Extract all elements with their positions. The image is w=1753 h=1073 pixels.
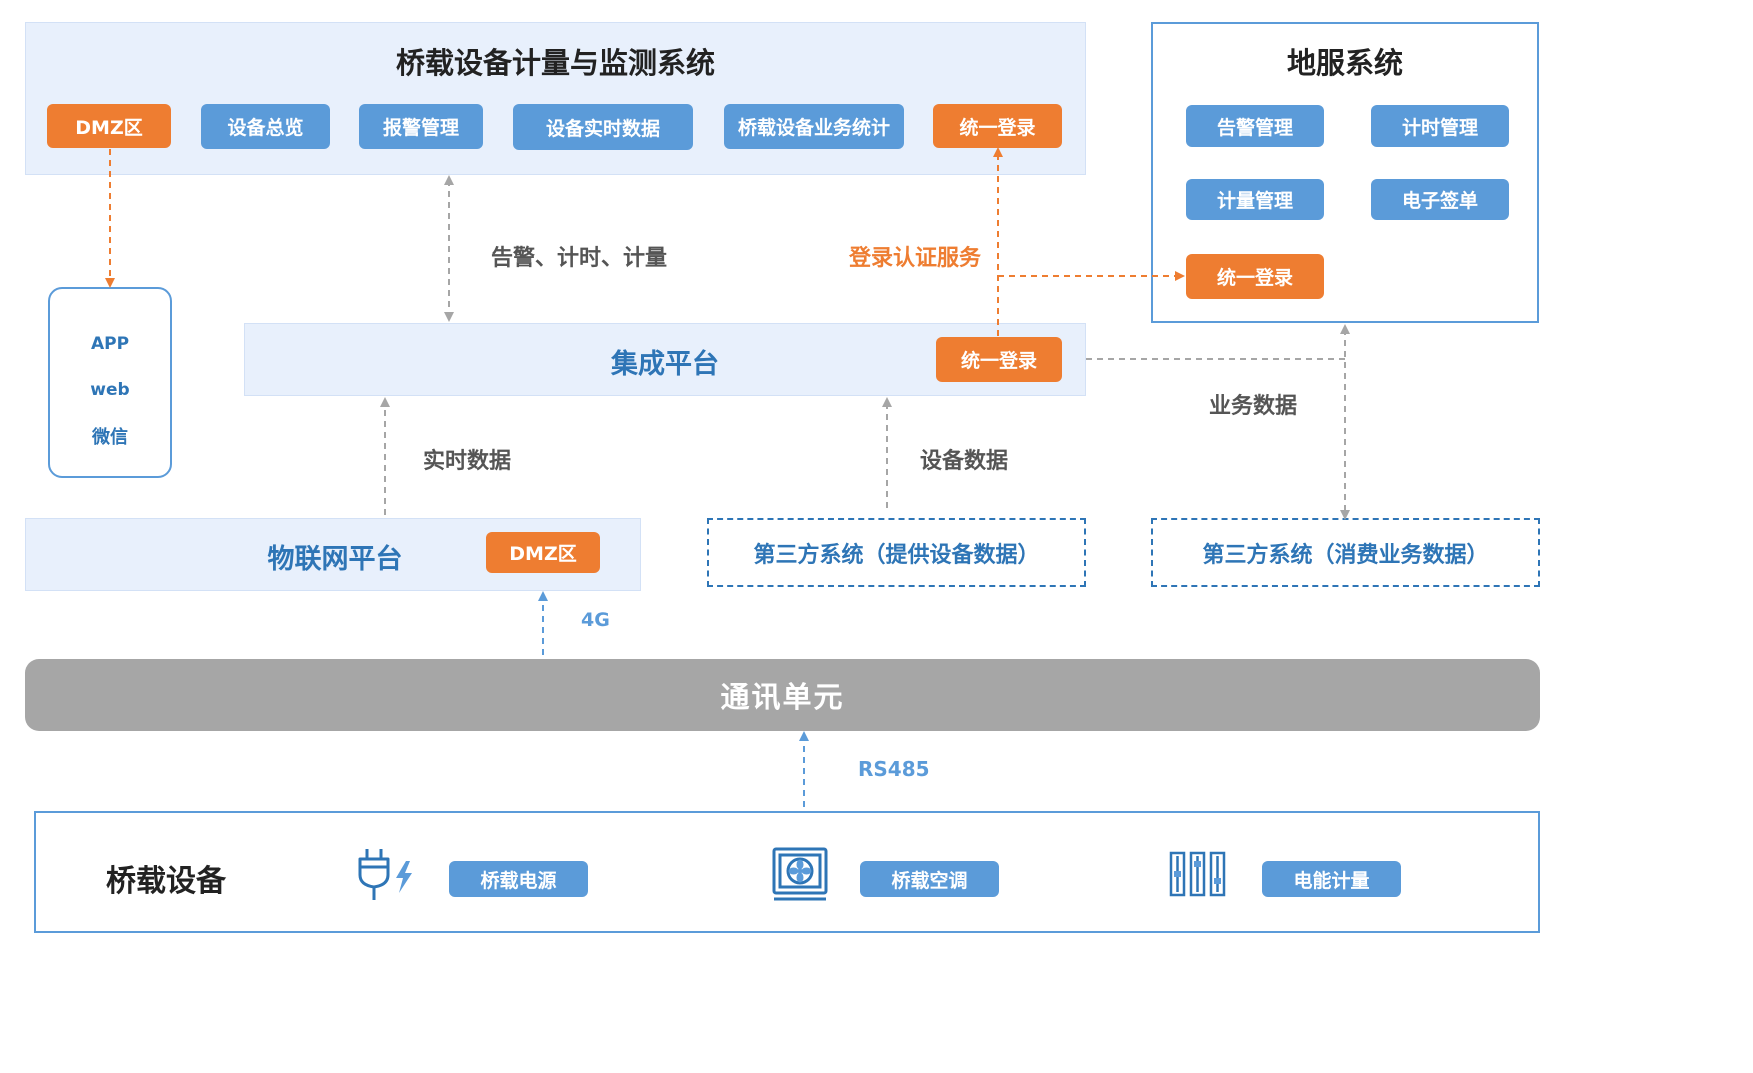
- realtime-data-label: 实时数据: [423, 449, 512, 474]
- rs485-label: RS485: [858, 757, 930, 781]
- 4g-label: 4G: [581, 609, 610, 631]
- device-data-label: 设备数据: [920, 449, 1009, 474]
- login-auth-service-label: 登录认证服务: [849, 246, 982, 271]
- alarm-timing-metering-label: 告警、计时、计量: [491, 246, 668, 271]
- connector-lines: [105, 147, 1350, 807]
- business-data-label: 业务数据: [1209, 394, 1298, 419]
